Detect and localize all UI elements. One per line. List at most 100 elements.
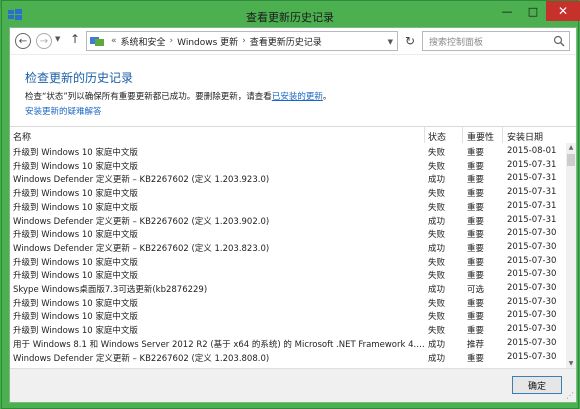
update-history-list[interactable]: 名称 状态 重要性 安装日期 升级到 Windows 10 家庭中文版 失败 重要 2…: [10, 126, 576, 369]
description-suffix: 。: [322, 92, 332, 102]
update-importance: 重要: [467, 243, 485, 254]
resize-grip-icon[interactable]: ⋰: [566, 391, 574, 400]
table-row[interactable]: 升级到 Windows 10 家庭中文版 失败 重要 2015-08-01: [10, 145, 566, 159]
update-status: 成功: [428, 285, 446, 295]
update-importance: 重要: [467, 312, 485, 323]
update-name: Windows Defender 定义更新 – KB2267602 (定义 1.…: [13, 353, 270, 364]
address-bar[interactable]: « 系统和安全 › Windows 更新 › 查看更新历史记录 ▼: [86, 31, 398, 51]
control-panel-icon: [90, 37, 104, 46]
update-status: 失败: [428, 257, 446, 268]
update-status: 成功: [428, 243, 446, 254]
table-row[interactable]: 升级到 Windows 10 家庭中文版 失败 重要 2015-07-31: [10, 200, 566, 214]
update-importance: 重要: [467, 353, 485, 364]
column-header-importance[interactable]: 重要性: [467, 130, 494, 143]
troubleshoot-link[interactable]: 安装更新的疑难解答: [25, 105, 102, 117]
update-date: 2015-07-30: [507, 324, 557, 335]
column-divider[interactable]: [462, 127, 463, 143]
column-divider[interactable]: [424, 127, 425, 143]
update-importance: 重要: [467, 230, 485, 241]
column-header-status[interactable]: 状态: [428, 130, 446, 143]
update-name: 升级到 Windows 10 家庭中文版: [13, 148, 138, 158]
update-status: 失败: [428, 230, 446, 241]
table-row[interactable]: 升级到 Windows 10 家庭中文版 失败 重要 2015-07-30: [10, 296, 566, 310]
table-row[interactable]: 用于 Windows 8.1 和 Windows Server 2012 R2 …: [10, 337, 566, 351]
update-status: 失败: [428, 326, 446, 337]
minimize-button[interactable]: —: [494, 1, 520, 21]
maximize-button[interactable]: □: [520, 1, 546, 21]
update-importance: 重要: [467, 161, 485, 172]
update-date: 2015-07-30: [507, 296, 557, 307]
update-importance: 重要: [467, 257, 485, 268]
update-date: 2015-07-30: [507, 337, 557, 348]
table-row[interactable]: 升级到 Windows 10 家庭中文版 失败 重要 2015-07-30: [10, 227, 566, 241]
page-header: 检查更新的历史记录 检查“状态”列以确保所有重要更新都已成功。要删除更新，请查看…: [10, 54, 576, 124]
update-name: Windows Defender 定义更新 – KB2267602 (定义 1.…: [13, 243, 270, 254]
update-date: 2015-08-01: [507, 146, 557, 156]
table-row[interactable]: 升级到 Windows 10 家庭中文版 失败 重要 2015-07-30: [10, 309, 566, 323]
window-content: ← → ▼ ↑ « 系统和安全 › Windows 更新 › 查看更新历史记录 …: [9, 27, 577, 403]
table-row[interactable]: 升级到 Windows 10 家庭中文版 失败 重要 2015-07-30: [10, 323, 566, 337]
recent-locations-dropdown-icon[interactable]: ▼: [55, 35, 60, 43]
scroll-up-icon[interactable]: ▲: [566, 143, 576, 153]
update-importance: 重要: [467, 298, 485, 309]
breadcrumb-separator[interactable]: ›: [242, 36, 246, 46]
update-date: 2015-07-31: [507, 200, 557, 211]
breadcrumb-update-history[interactable]: 查看更新历史记录: [250, 35, 322, 48]
table-row[interactable]: 升级到 Windows 10 家庭中文版 失败 重要 2015-07-31: [10, 159, 566, 173]
search-placeholder: 搜索控制面板: [429, 37, 484, 48]
update-date: 2015-07-31: [507, 159, 557, 170]
update-date: 2015-07-31: [507, 187, 557, 198]
table-row[interactable]: 升级到 Windows 10 家庭中文版 失败 重要 2015-07-31: [10, 186, 566, 200]
update-name: 升级到 Windows 10 家庭中文版: [13, 257, 138, 268]
update-status: 成功: [428, 353, 446, 364]
column-headers: 名称 状态 重要性 安装日期: [10, 127, 576, 143]
column-header-name[interactable]: 名称: [13, 130, 31, 143]
scroll-thumb[interactable]: [567, 154, 575, 166]
update-date: 2015-07-30: [507, 351, 557, 362]
update-importance: 重要: [467, 202, 485, 213]
column-divider[interactable]: [502, 127, 503, 143]
update-date: 2015-07-30: [507, 310, 557, 321]
update-date: 2015-07-30: [507, 269, 557, 280]
search-input[interactable]: 搜索控制面板: [422, 31, 570, 51]
close-button[interactable]: ✕: [546, 1, 580, 21]
window-title: 查看更新历史记录: [246, 11, 334, 24]
up-button[interactable]: ↑: [70, 32, 80, 46]
update-importance: 重要: [467, 148, 485, 158]
table-row[interactable]: Windows Defender 定义更新 – KB2267602 (定义 1.…: [10, 351, 566, 365]
breadcrumb-system-security[interactable]: 系统和安全: [121, 35, 166, 48]
update-name: 升级到 Windows 10 家庭中文版: [13, 312, 138, 323]
update-status: 失败: [428, 271, 446, 282]
back-button[interactable]: ←: [15, 33, 31, 49]
update-name: 升级到 Windows 10 家庭中文版: [13, 189, 138, 200]
update-status: 成功: [428, 339, 446, 350]
forward-button[interactable]: →: [36, 33, 52, 49]
table-row[interactable]: Windows Defender 定义更新 – KB2267602 (定义 1.…: [10, 241, 566, 255]
update-date: 2015-07-30: [507, 228, 557, 239]
breadcrumb-separator[interactable]: ›: [170, 36, 174, 46]
dialog-footer: 确定 ⋰: [10, 368, 576, 402]
column-header-date[interactable]: 安装日期: [507, 130, 543, 143]
address-dropdown-icon[interactable]: ▼: [388, 38, 393, 46]
table-row[interactable]: Skype Windows桌面版7.3可选更新(kb2876229) 成功 可选 20…: [10, 282, 566, 296]
table-row[interactable]: 升级到 Windows 10 家庭中文版 失败 重要 2015-07-30: [10, 255, 566, 269]
breadcrumb-windows-update[interactable]: Windows 更新: [177, 35, 238, 48]
update-status: 失败: [428, 312, 446, 323]
table-row[interactable]: Windows Defender 定义更新 – KB2267602 (定义 1.…: [10, 214, 566, 228]
update-name: 升级到 Windows 10 家庭中文版: [13, 298, 138, 309]
update-date: 2015-07-31: [507, 214, 557, 225]
update-date: 2015-07-30: [507, 283, 557, 293]
update-status: 失败: [428, 161, 446, 172]
description-text: 检查“状态”列以确保所有重要更新都已成功。要删除更新，请查看: [25, 92, 272, 102]
update-importance: 重要: [467, 271, 485, 282]
address-overflow-chevron[interactable]: «: [111, 36, 117, 46]
vertical-scrollbar[interactable]: ▲ ▼: [566, 143, 576, 369]
table-row[interactable]: 升级到 Windows 10 家庭中文版 失败 重要 2015-07-30: [10, 268, 566, 282]
update-status: 失败: [428, 202, 446, 213]
refresh-button[interactable]: ↻: [402, 31, 418, 51]
update-importance: 重要: [467, 175, 485, 186]
ok-button[interactable]: 确定: [512, 376, 562, 394]
update-history-window: 查看更新历史记录 — □ ✕ ← → ▼ ↑ « 系统和安全 › Windows…: [1, 0, 580, 409]
installed-updates-link[interactable]: 已安装的更新: [272, 92, 323, 102]
table-row[interactable]: Windows Defender 定义更新 – KB2267602 (定义 1.…: [10, 172, 566, 186]
